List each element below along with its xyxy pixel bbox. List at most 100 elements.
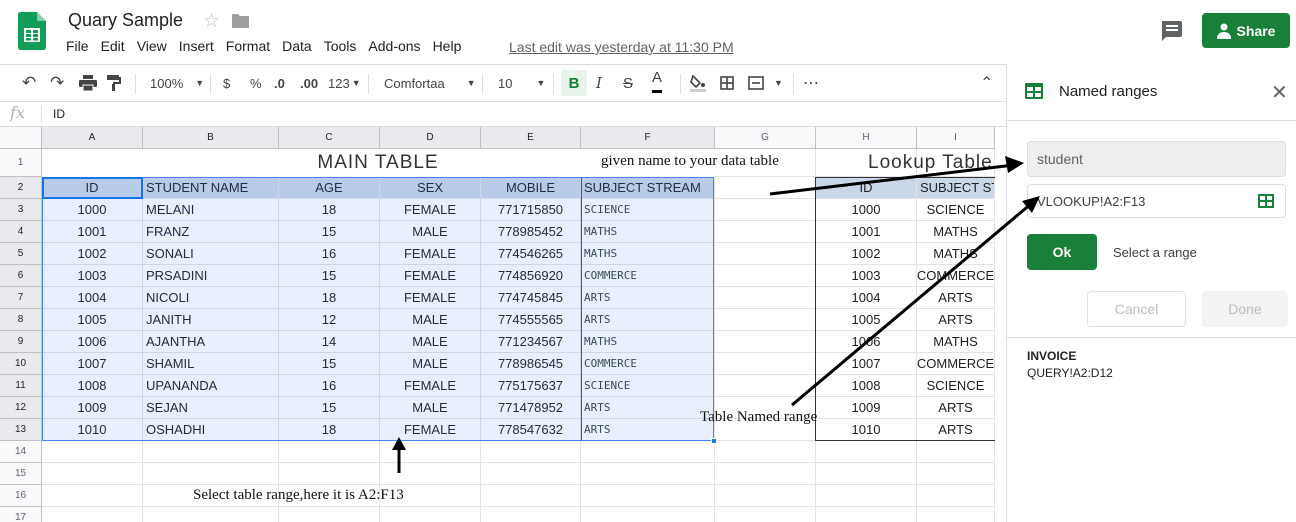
table-cell[interactable]: 15 xyxy=(279,397,380,419)
text-color-button[interactable]: A xyxy=(652,65,663,93)
cell[interactable] xyxy=(715,441,816,463)
row-header-1[interactable]: 1 xyxy=(0,149,42,177)
spreadsheet-grid[interactable]: A B C D E F G H I 1 2 3 4 5 6 7 8 9 10 11 12 13 14 15 16 17 MAIN T… xyxy=(0,127,995,522)
table-cell[interactable]: ARTS xyxy=(581,287,715,309)
menu-edit[interactable]: Edit xyxy=(101,38,125,54)
cell[interactable] xyxy=(816,507,917,522)
fill-color-icon[interactable] xyxy=(690,74,706,92)
cell[interactable] xyxy=(715,485,816,507)
more-tools-button[interactable]: ⋯ xyxy=(803,65,819,101)
table-cell[interactable]: FEMALE xyxy=(380,199,481,221)
cell[interactable] xyxy=(715,287,816,309)
range-name-input[interactable]: student xyxy=(1027,141,1286,177)
chevron-down-icon[interactable]: ▼ xyxy=(774,65,783,101)
decrease-decimal-button[interactable]: .0 xyxy=(274,65,285,101)
table-cell[interactable]: JANITH xyxy=(143,309,279,331)
table-cell[interactable]: 771234567 xyxy=(481,331,581,353)
cell[interactable] xyxy=(715,265,816,287)
cell[interactable] xyxy=(143,507,279,522)
italic-button[interactable]: I xyxy=(596,65,602,101)
menu-data[interactable]: Data xyxy=(282,38,312,54)
menu-tools[interactable]: Tools xyxy=(324,38,357,54)
cell[interactable] xyxy=(715,463,816,485)
row-header-8[interactable]: 8 xyxy=(0,309,42,331)
table-cell[interactable]: PRSADINI xyxy=(143,265,279,287)
sheets-logo-icon[interactable] xyxy=(18,12,46,50)
lookup-cell[interactable]: 1003 xyxy=(816,265,917,287)
lookup-cell[interactable]: ARTS xyxy=(917,419,995,441)
row-header-14[interactable]: 14 xyxy=(0,441,42,463)
menu-addons[interactable]: Add-ons xyxy=(368,38,420,54)
header-cell[interactable]: STUDENT NAME xyxy=(143,177,279,199)
font-select[interactable]: Comfortaa ▼ xyxy=(384,65,476,101)
table-cell[interactable]: 1007 xyxy=(42,353,143,375)
header-cell[interactable]: SUBJECT STREAM xyxy=(581,177,715,199)
row-header-10[interactable]: 10 xyxy=(0,353,42,375)
cell[interactable] xyxy=(816,485,917,507)
cell[interactable] xyxy=(715,507,816,522)
redo-icon[interactable]: ↷ xyxy=(50,65,64,101)
cell[interactable] xyxy=(816,463,917,485)
print-icon[interactable] xyxy=(79,75,97,91)
table-cell[interactable]: FEMALE xyxy=(380,265,481,287)
lookup-cell[interactable]: 1004 xyxy=(816,287,917,309)
percent-format-button[interactable]: % xyxy=(250,65,262,101)
cell[interactable] xyxy=(917,441,995,463)
cell[interactable] xyxy=(42,507,143,522)
lookup-cell[interactable]: 1007 xyxy=(816,353,917,375)
folder-icon[interactable] xyxy=(232,14,249,28)
header-cell[interactable]: MOBILE xyxy=(481,177,581,199)
table-cell[interactable]: 1002 xyxy=(42,243,143,265)
table-cell[interactable]: 1000 xyxy=(42,199,143,221)
lookup-header-cell[interactable]: ID xyxy=(816,177,917,199)
collapse-toolbar-icon[interactable]: ⌃ xyxy=(980,65,993,101)
table-cell[interactable]: ARTS xyxy=(581,309,715,331)
cell[interactable] xyxy=(581,507,715,522)
table-cell[interactable]: MALE xyxy=(380,397,481,419)
table-cell[interactable]: MALE xyxy=(380,221,481,243)
header-cell[interactable]: SEX xyxy=(380,177,481,199)
cell[interactable] xyxy=(581,463,715,485)
table-cell[interactable]: MATHS xyxy=(581,331,715,353)
column-header-d[interactable]: D xyxy=(380,127,481,149)
table-cell[interactable]: 15 xyxy=(279,221,380,243)
table-cell[interactable]: 771715850 xyxy=(481,199,581,221)
table-cell[interactable]: 778547632 xyxy=(481,419,581,441)
cell[interactable] xyxy=(816,441,917,463)
table-cell[interactable]: 1010 xyxy=(42,419,143,441)
select-all-corner[interactable] xyxy=(0,127,42,149)
table-cell[interactable]: ARTS xyxy=(581,397,715,419)
table-cell[interactable]: 774555565 xyxy=(481,309,581,331)
increase-decimal-button[interactable]: .00 xyxy=(300,65,318,101)
cell[interactable] xyxy=(917,463,995,485)
currency-format-button[interactable]: $ xyxy=(223,65,230,101)
menu-file[interactable]: File xyxy=(66,38,89,54)
cell[interactable] xyxy=(715,243,816,265)
cell[interactable] xyxy=(715,375,816,397)
table-cell[interactable]: 15 xyxy=(279,265,380,287)
table-cell[interactable]: MALE xyxy=(380,331,481,353)
table-cell[interactable]: 18 xyxy=(279,419,380,441)
column-header-h[interactable]: H xyxy=(816,127,917,149)
lookup-cell[interactable]: 1009 xyxy=(816,397,917,419)
table-cell[interactable]: SEJAN xyxy=(143,397,279,419)
cell[interactable] xyxy=(715,309,816,331)
table-cell[interactable]: ARTS xyxy=(581,419,715,441)
zoom-select[interactable]: 100% ▼ xyxy=(150,65,204,101)
table-cell[interactable]: 778985452 xyxy=(481,221,581,243)
menu-help[interactable]: Help xyxy=(433,38,462,54)
cell[interactable] xyxy=(279,507,380,522)
cell[interactable] xyxy=(715,353,816,375)
close-icon[interactable]: ✕ xyxy=(1271,80,1288,105)
table-cell[interactable]: 1009 xyxy=(42,397,143,419)
header-cell[interactable]: ID xyxy=(42,177,143,199)
document-title[interactable]: Quary Sample xyxy=(68,10,183,31)
fill-handle[interactable] xyxy=(711,438,717,444)
menu-insert[interactable]: Insert xyxy=(179,38,214,54)
lookup-cell[interactable]: 1010 xyxy=(816,419,917,441)
row-header-4[interactable]: 4 xyxy=(0,221,42,243)
cancel-button[interactable]: Cancel xyxy=(1087,291,1186,327)
table-cell[interactable]: MALE xyxy=(380,309,481,331)
cell[interactable] xyxy=(481,507,581,522)
lookup-header-cell[interactable]: SUBJECT STREAM xyxy=(917,177,995,199)
